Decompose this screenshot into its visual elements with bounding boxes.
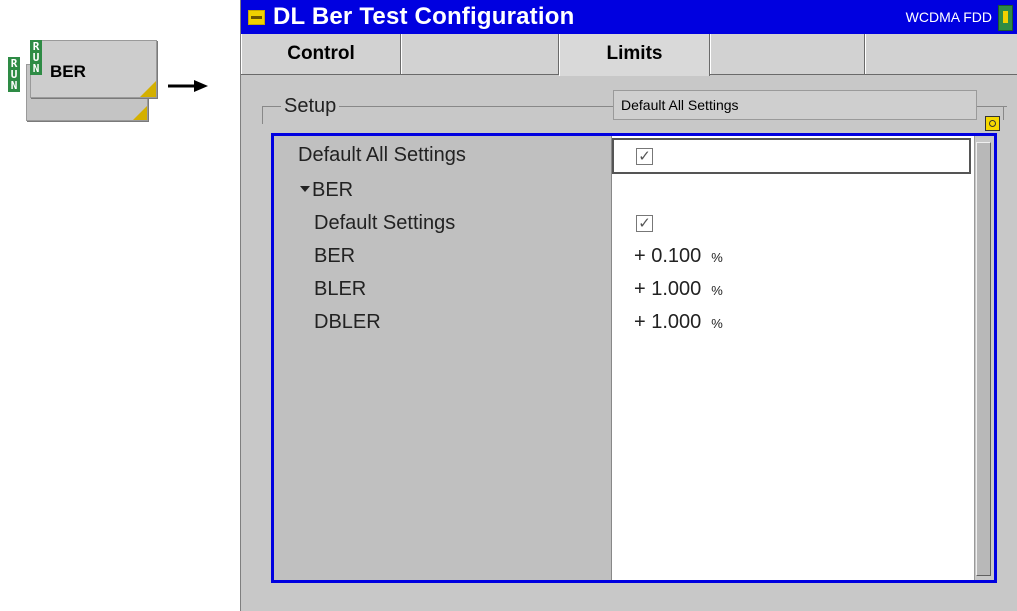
bler-limit-unit: % [711, 283, 723, 298]
tab-empty-3[interactable] [865, 34, 1017, 74]
tab-empty-1[interactable] [401, 34, 559, 74]
row-label-bler[interactable]: BLER [314, 278, 366, 301]
tab-bar: Control Limits [241, 34, 1017, 76]
setup-divider-left [262, 106, 263, 124]
row-label-ber[interactable]: BER [314, 245, 355, 268]
row-label-ber-group[interactable]: BER [300, 179, 353, 202]
softkey-label: BER [50, 62, 86, 81]
bler-limit-value[interactable]: + 1.000% [634, 278, 723, 301]
vertical-scrollbar[interactable] [974, 136, 994, 580]
softkey-back-corner [133, 106, 147, 120]
setup-label: Setup [281, 95, 340, 118]
softkey-illustration: R U N R U N BER [0, 0, 208, 130]
bler-limit-number: + 1.000 [634, 278, 702, 300]
arrow-right-icon [168, 80, 208, 92]
title-bar: DL Ber Test Configuration WCDMA FDD [241, 0, 1017, 34]
ber-limit-value[interactable]: + 0.100% [634, 245, 723, 268]
run-tag-back: R U N [8, 57, 20, 92]
dbler-limit-value[interactable]: + 1.000% [634, 311, 723, 334]
standard-label: WCDMA FDD [905, 9, 992, 25]
status-indicator-icon [998, 5, 1013, 31]
default-all-checkbox[interactable]: ✓ [636, 148, 653, 165]
value-column: ✓ ✓ + 0.100% + 1.000% + 1.000% [611, 136, 976, 580]
tab-empty-2[interactable] [710, 34, 865, 74]
settings-frame: Default All Settings BER Default Setting… [271, 133, 997, 583]
ber-limit-unit: % [711, 250, 723, 265]
dbler-limit-unit: % [711, 316, 723, 331]
ber-group-label: BER [312, 179, 354, 201]
setup-divider-right [1003, 106, 1004, 120]
config-window: DL Ber Test Configuration WCDMA FDD Cont… [240, 0, 1017, 611]
window-title: DL Ber Test Configuration [273, 3, 575, 30]
label-column: Default All Settings BER Default Setting… [274, 136, 611, 580]
softkey-front-corner [140, 81, 156, 97]
setup-combo[interactable]: Default All Settings [613, 90, 977, 120]
row-label-default-all[interactable]: Default All Settings [298, 144, 466, 167]
tab-control[interactable]: Control [241, 34, 401, 74]
row-label-dbler[interactable]: DBLER [314, 311, 381, 334]
tab-limits[interactable]: Limits [559, 34, 710, 76]
window-menu-icon[interactable] [248, 10, 265, 25]
sync-icon[interactable] [985, 116, 1000, 131]
default-all-value-focus[interactable]: ✓ [612, 138, 971, 174]
default-settings-checkbox[interactable]: ✓ [636, 215, 653, 232]
expand-triangle-icon[interactable] [300, 185, 310, 192]
run-tag-front: R U N [30, 40, 42, 75]
row-label-default-settings[interactable]: Default Settings [314, 212, 455, 235]
dbler-limit-number: + 1.000 [634, 311, 702, 333]
ber-limit-number: + 0.100 [634, 245, 702, 267]
scrollbar-thumb[interactable] [976, 142, 991, 576]
